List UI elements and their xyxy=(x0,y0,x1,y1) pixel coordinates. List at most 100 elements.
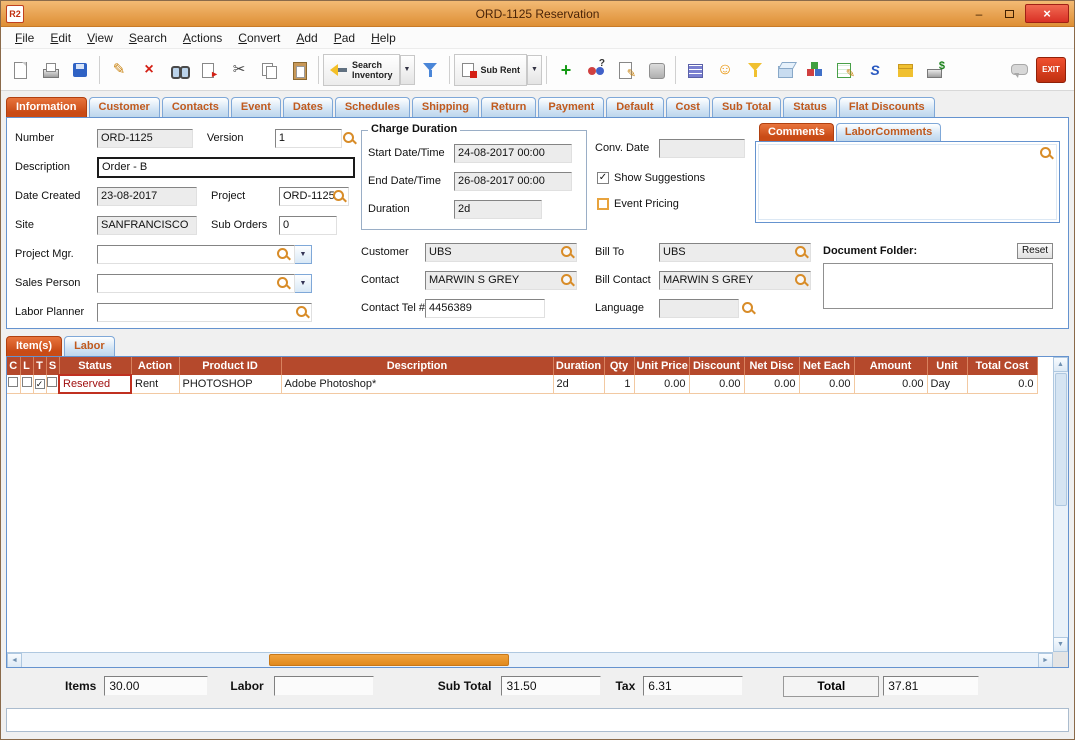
show-suggestions-checkbox[interactable]: ✓ xyxy=(597,172,609,184)
search-icon[interactable] xyxy=(295,305,310,320)
tab-flat-discounts[interactable]: Flat Discounts xyxy=(839,97,935,117)
column-header-unit[interactable]: Unit xyxy=(927,357,967,375)
labor-planner-field[interactable] xyxy=(97,303,312,322)
assemblies-button[interactable] xyxy=(800,54,830,86)
pad-button[interactable] xyxy=(641,54,671,86)
contact-field[interactable]: MARWIN S GREY xyxy=(425,271,577,290)
print-button[interactable] xyxy=(35,54,65,86)
feedback-button[interactable]: ☺ xyxy=(710,54,740,86)
billing-button[interactable] xyxy=(890,54,920,86)
menu-add[interactable]: Add xyxy=(288,28,325,48)
scroll-left-button[interactable]: ◄ xyxy=(7,653,22,668)
new-button[interactable] xyxy=(5,54,35,86)
add-item-button[interactable]: + xyxy=(551,54,581,86)
column-header-discount[interactable]: Discount xyxy=(689,357,744,375)
vertical-scroll-thumb[interactable] xyxy=(1055,373,1067,506)
bill-contact-field[interactable]: MARWIN S GREY xyxy=(659,271,811,290)
menu-convert[interactable]: Convert xyxy=(230,28,288,48)
column-header-net-each[interactable]: Net Each xyxy=(799,357,854,375)
tab-contacts[interactable]: Contacts xyxy=(162,97,229,117)
column-header-s[interactable]: S xyxy=(46,357,59,375)
delete-button[interactable]: × xyxy=(134,54,164,86)
column-header-qty[interactable]: Qty xyxy=(604,357,634,375)
search-icon[interactable] xyxy=(276,276,291,291)
column-header-l[interactable]: L xyxy=(20,357,33,375)
search-icon[interactable] xyxy=(1039,146,1054,161)
tab-return[interactable]: Return xyxy=(481,97,536,117)
column-header-total-cost[interactable]: Total Cost xyxy=(967,357,1037,375)
site-field[interactable]: SANFRANCISCO xyxy=(97,216,197,235)
tab-schedules[interactable]: Schedules xyxy=(335,97,410,117)
column-header-net-disc[interactable]: Net Disc xyxy=(744,357,799,375)
end-date-field[interactable]: 26-08-2017 00:00 xyxy=(454,172,572,191)
menu-pad[interactable]: Pad xyxy=(326,28,363,48)
column-header-t[interactable]: T xyxy=(33,357,46,375)
event-pricing-checkbox[interactable] xyxy=(597,198,609,210)
save-button[interactable] xyxy=(65,54,95,86)
language-field[interactable] xyxy=(659,299,739,318)
tab-dates[interactable]: Dates xyxy=(283,97,333,117)
contact-tel-field[interactable]: 4456389 xyxy=(425,299,545,318)
sub-orders-field[interactable]: 0 xyxy=(279,216,337,235)
column-header-c[interactable]: C xyxy=(7,357,20,375)
tab-status[interactable]: Status xyxy=(783,97,837,117)
search-inventory-button[interactable]: SearchInventory xyxy=(323,54,400,86)
start-date-field[interactable]: 24-08-2017 00:00 xyxy=(454,144,572,163)
column-header-status[interactable]: Status xyxy=(59,357,131,375)
copy-button[interactable] xyxy=(254,54,284,86)
document-folder-box[interactable] xyxy=(823,263,1053,309)
version-field[interactable]: 1 xyxy=(275,129,342,148)
maximize-button[interactable] xyxy=(995,4,1023,23)
horizontal-scroll-thumb[interactable] xyxy=(269,654,510,666)
search-icon[interactable] xyxy=(560,273,575,288)
row-checkbox-c[interactable] xyxy=(8,377,18,387)
tab-default[interactable]: Default xyxy=(606,97,663,117)
customer-field[interactable]: UBS xyxy=(425,243,577,262)
row-checkbox-t[interactable]: ✓ xyxy=(35,379,45,389)
duration-field[interactable]: 2d xyxy=(454,200,542,219)
search-icon[interactable] xyxy=(276,247,291,262)
tab-cost[interactable]: Cost xyxy=(666,97,710,117)
description-field[interactable]: Order - B xyxy=(97,157,355,178)
column-header-description[interactable]: Description xyxy=(281,357,553,375)
exit-button[interactable]: EXIT xyxy=(1036,57,1066,83)
search-icon[interactable] xyxy=(794,245,809,260)
tab-labor[interactable]: Labor xyxy=(64,336,115,356)
column-header-product-id[interactable]: Product ID xyxy=(179,357,281,375)
tab-customer[interactable]: Customer xyxy=(89,97,160,117)
tab-event[interactable]: Event xyxy=(231,97,281,117)
sub-rent-dropdown[interactable]: ▼ xyxy=(527,55,542,85)
number-field[interactable]: ORD-1125 xyxy=(97,129,193,148)
tab-shipping[interactable]: Shipping xyxy=(412,97,479,117)
edit-button[interactable]: ✎ xyxy=(104,54,134,86)
availability-button[interactable] xyxy=(581,54,611,86)
print-invoice-button[interactable] xyxy=(920,54,950,86)
menu-edit[interactable]: Edit xyxy=(42,28,79,48)
worksheet-button[interactable] xyxy=(830,54,860,86)
menu-actions[interactable]: Actions xyxy=(175,28,230,48)
tab-information[interactable]: Information xyxy=(6,97,87,117)
column-header-duration[interactable]: Duration xyxy=(553,357,604,375)
comment-button[interactable] xyxy=(1004,54,1034,86)
tab-labor-comments[interactable]: LaborComments xyxy=(836,123,941,141)
project-mgr-field[interactable] xyxy=(97,245,295,264)
close-button[interactable]: × xyxy=(1025,4,1069,23)
menu-view[interactable]: View xyxy=(79,28,121,48)
fill-button[interactable] xyxy=(415,54,445,86)
menu-search[interactable]: Search xyxy=(121,28,175,48)
search-icon[interactable] xyxy=(342,131,357,146)
row-checkbox-l[interactable] xyxy=(22,377,32,387)
tab-sub-total[interactable]: Sub Total xyxy=(712,97,781,117)
date-created-field[interactable]: 23-08-2017 xyxy=(97,187,197,206)
column-header-amount[interactable]: Amount xyxy=(854,357,927,375)
tab-comments[interactable]: Comments xyxy=(759,123,834,141)
search-icon[interactable] xyxy=(741,301,756,316)
bill-to-field[interactable]: UBS xyxy=(659,243,811,262)
search-icon[interactable] xyxy=(794,273,809,288)
scroll-right-button[interactable]: ► xyxy=(1038,653,1053,668)
reset-button[interactable]: Reset xyxy=(1017,243,1053,259)
scroll-down-button[interactable]: ▼ xyxy=(1053,637,1068,652)
search-inventory-dropdown[interactable]: ▼ xyxy=(400,55,415,85)
filter-button[interactable] xyxy=(740,54,770,86)
column-header-action[interactable]: Action xyxy=(131,357,179,375)
